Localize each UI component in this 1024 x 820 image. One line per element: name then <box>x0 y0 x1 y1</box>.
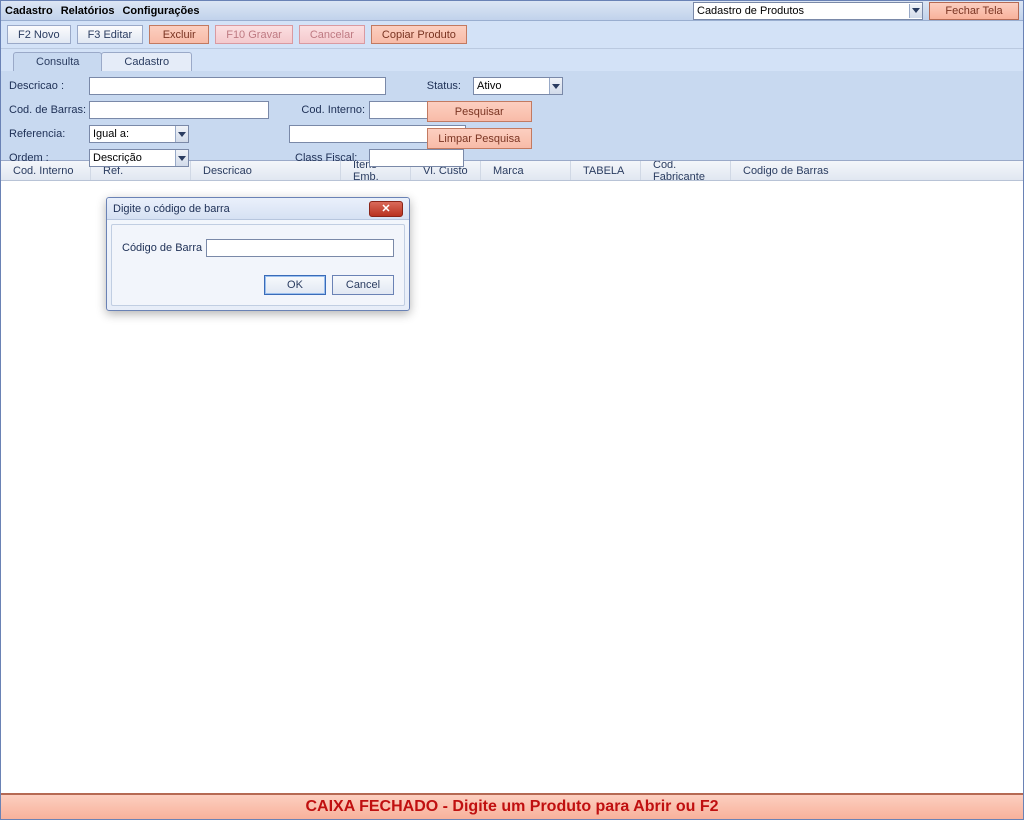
classfiscal-input[interactable] <box>369 149 464 167</box>
menubar: Cadastro Relatórios Configurações Cadast… <box>1 1 1023 21</box>
status-footer: CAIXA FECHADO - Digite um Produto para A… <box>1 793 1023 819</box>
ordem-label: Ordem : <box>9 152 89 164</box>
status-select-value: Ativo <box>477 80 501 92</box>
col-tabela[interactable]: TABELA <box>571 161 641 180</box>
classfiscal-label: Class Fiscal: <box>289 152 369 164</box>
barcode-dialog: Digite o código de barra ✕ Código de Bar… <box>106 197 410 311</box>
referencia-label: Referencia: <box>9 128 89 140</box>
status-label: Status: <box>427 80 461 92</box>
codinterno-label: Cod. Interno: <box>289 104 369 116</box>
barcode-input[interactable] <box>206 239 394 257</box>
barcode-label: Código de Barra <box>122 242 202 254</box>
toolbar: F2 Novo F3 Editar Excluir F10 Gravar Can… <box>1 21 1023 49</box>
cancel-button[interactable]: Cancel <box>332 275 394 295</box>
chevron-down-icon <box>175 150 188 166</box>
dialog-body: Código de Barra OK Cancel <box>111 224 405 306</box>
tab-consulta[interactable]: Consulta <box>13 52 102 71</box>
excluir-button[interactable]: Excluir <box>149 25 209 44</box>
status-select[interactable]: Ativo <box>473 77 563 95</box>
pesquisar-button[interactable]: Pesquisar <box>427 101 532 122</box>
col-codfabricante[interactable]: Cod. Fabricante <box>641 161 731 180</box>
menu-relatorios[interactable]: Relatórios <box>61 5 115 17</box>
tab-bar: Consulta Cadastro <box>1 49 1023 71</box>
col-marca[interactable]: Marca <box>481 161 571 180</box>
dialog-titlebar: Digite o código de barra ✕ <box>107 198 409 220</box>
referencia-select[interactable]: Igual a: <box>89 125 189 143</box>
descricao-label: Descricao : <box>9 80 89 92</box>
menubar-right: Cadastro de Produtos Fechar Tela <box>693 2 1019 20</box>
descricao-input[interactable] <box>89 77 386 95</box>
ordem-select[interactable]: Descrição <box>89 149 189 167</box>
limpar-pesquisa-button[interactable]: Limpar Pesquisa <box>427 128 532 149</box>
chevron-down-icon <box>909 4 922 18</box>
close-icon[interactable]: ✕ <box>369 201 403 217</box>
codbarras-label: Cod. de Barras: <box>9 104 89 116</box>
col-codigobarras[interactable]: Codigo de Barras <box>731 161 841 180</box>
gravar-button: F10 Gravar <box>215 25 293 44</box>
chevron-down-icon <box>549 78 562 94</box>
ok-button[interactable]: OK <box>264 275 326 295</box>
cancelar-button: Cancelar <box>299 25 365 44</box>
codbarras-input[interactable] <box>89 101 269 119</box>
chevron-down-icon <box>175 126 188 142</box>
menu-cadastro[interactable]: Cadastro <box>5 5 53 17</box>
fechar-tela-button[interactable]: Fechar Tela <box>929 2 1019 20</box>
menu-configuracoes[interactable]: Configurações <box>122 5 199 17</box>
novo-button[interactable]: F2 Novo <box>7 25 71 44</box>
copiar-produto-button[interactable]: Copiar Produto <box>371 25 467 44</box>
referencia-select-value: Igual a: <box>93 128 129 140</box>
screen-select[interactable]: Cadastro de Produtos <box>693 2 923 20</box>
dialog-title: Digite o código de barra <box>113 203 230 215</box>
editar-button[interactable]: F3 Editar <box>77 25 144 44</box>
tab-cadastro[interactable]: Cadastro <box>101 52 192 71</box>
screen-select-value: Cadastro de Produtos <box>697 5 804 17</box>
filters-panel: Descricao : Cod. de Barras: Cod. Interno… <box>1 71 1023 161</box>
filters-right: Status: Ativo Pesquisar Limpar Pesquisa <box>427 77 563 149</box>
ordem-select-value: Descrição <box>93 152 142 164</box>
